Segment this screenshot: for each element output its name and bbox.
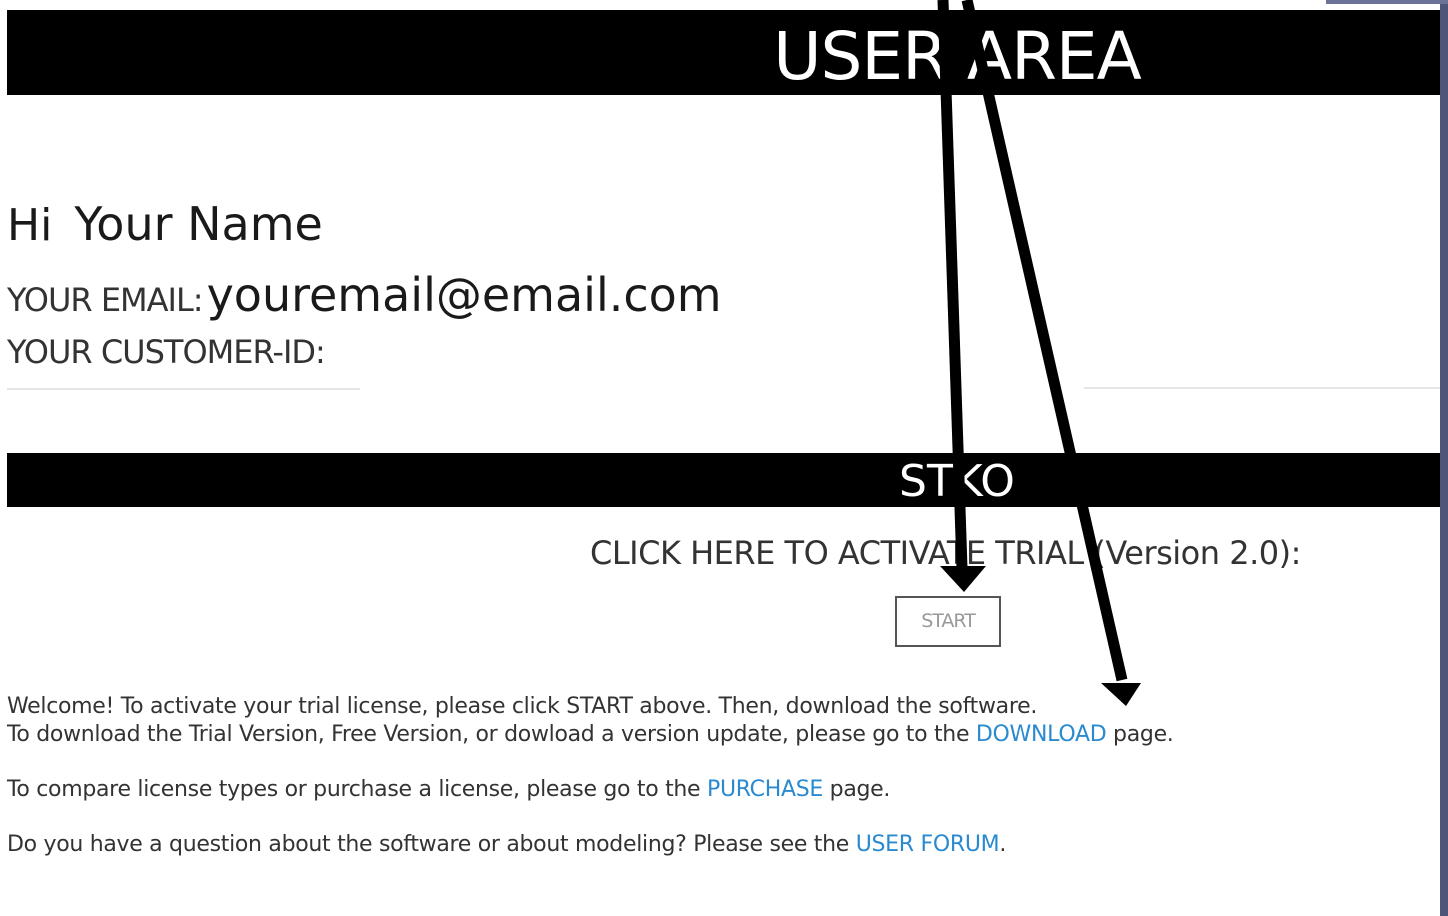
download-link[interactable]: DOWNLOAD <box>976 722 1107 747</box>
email-row: YOUR EMAIL:youremail@email.com <box>7 268 722 322</box>
info-text: page. <box>1106 722 1174 747</box>
info-line-welcome: Welcome! To activate your trial license,… <box>7 694 1038 719</box>
info-text: page. <box>822 777 891 802</box>
info-text: To compare license types or purchase a l… <box>7 777 707 802</box>
email-label: YOUR EMAIL: <box>7 281 204 319</box>
window-edge-top <box>1326 0 1448 4</box>
user-name: Your Name <box>74 197 323 251</box>
greeting-hi: Hi <box>7 200 53 251</box>
customer-id-label: YOUR CUSTOMER-ID: <box>7 333 326 371</box>
page-title: USER AREA <box>773 18 1142 95</box>
product-title: STKO <box>899 456 1015 507</box>
user-forum-link[interactable]: USER FORUM <box>856 832 1000 857</box>
greeting: Hi Your Name <box>7 196 323 254</box>
email-value: youremail@email.com <box>206 268 722 322</box>
info-text: Do you have a question about the softwar… <box>7 832 856 857</box>
activate-trial-prompt: CLICK HERE TO ACTIVATE TRIAL (Version 2.… <box>590 534 1301 572</box>
start-button[interactable]: START <box>895 596 1001 647</box>
info-text: . <box>999 832 1007 857</box>
stko-banner: STKO <box>7 453 1440 507</box>
info-text: To download the Trial Version, Free Vers… <box>7 722 976 747</box>
info-line-download: To download the Trial Version, Free Vers… <box>7 721 1174 749</box>
divider <box>1084 387 1440 389</box>
divider <box>7 388 360 390</box>
purchase-link[interactable]: PURCHASE <box>707 777 823 802</box>
user-area-banner: USER AREA <box>7 10 1440 95</box>
info-line-purchase: To compare license types or purchase a l… <box>7 776 890 804</box>
info-line-forum: Do you have a question about the softwar… <box>7 831 1006 859</box>
